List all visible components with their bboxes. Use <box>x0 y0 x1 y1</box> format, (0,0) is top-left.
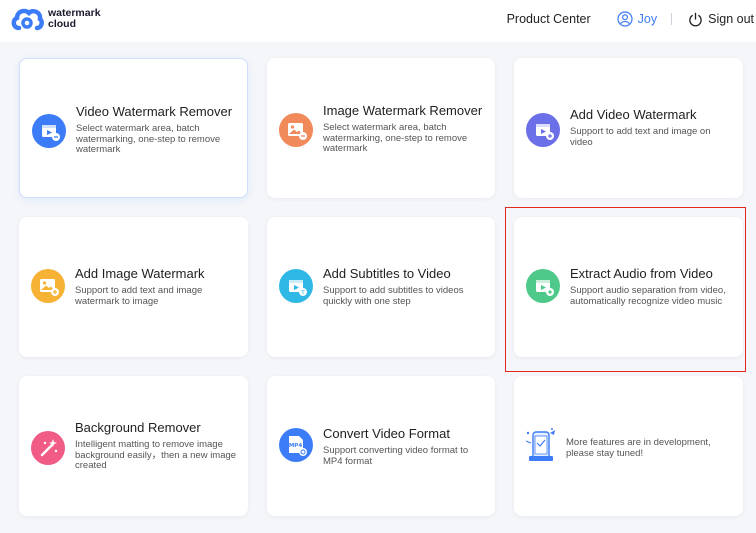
video-icon <box>526 113 560 147</box>
phone-illustration-icon <box>522 423 560 465</box>
video-icon <box>526 269 560 303</box>
card-title: Convert Video Format <box>323 426 450 441</box>
user-menu[interactable]: Joy <box>617 11 657 27</box>
development-notice: More features are in development, please… <box>566 437 711 459</box>
card-convert-video-format[interactable]: MP4 Convert Video Format Support convert… <box>267 376 495 516</box>
card-extract-audio-from-video[interactable]: Extract Audio from Video Support audio s… <box>514 217 743 357</box>
card-description: Support to add text and image on video <box>570 126 711 148</box>
card-title: Add Image Watermark <box>75 266 205 281</box>
sign-out-label: Sign out <box>708 12 754 26</box>
user-name: Joy <box>637 12 658 26</box>
image-icon <box>279 113 313 147</box>
card-add-subtitles-to-video[interactable]: T Add Subtitles to Video Support to add … <box>267 217 495 357</box>
card-description: Select watermark area, batch watermarkin… <box>76 123 221 155</box>
card-video-watermark-remover[interactable]: Video Watermark Remover Select watermark… <box>19 58 248 198</box>
magic-wand-icon <box>31 431 65 465</box>
card-title: Add Video Watermark <box>570 107 697 122</box>
card-description: Select watermark area, batch watermarkin… <box>323 122 468 154</box>
sign-out-button[interactable]: Sign out <box>688 12 754 27</box>
product-center-link[interactable]: Product Center <box>507 12 591 26</box>
card-title: Video Watermark Remover <box>76 104 233 119</box>
card-image-watermark-remover[interactable]: Image Watermark Remover Select watermark… <box>267 58 495 198</box>
card-description: Support audio separation from video, aut… <box>570 285 726 307</box>
card-add-image-watermark[interactable]: Add Image Watermark Support to add text … <box>19 217 248 357</box>
card-description: Support to add text and image watermark … <box>75 285 203 307</box>
svg-text:T: T <box>300 289 305 296</box>
video-icon: T <box>279 269 313 303</box>
card-background-remover[interactable]: Background Remover Intelligent matting t… <box>19 376 248 516</box>
card-description: Support to add subtitles to videos quick… <box>323 285 464 307</box>
card-title: Background Remover <box>75 420 201 435</box>
card-title: Extract Audio from Video <box>570 266 713 281</box>
mp4-badge: MP4 <box>289 443 303 449</box>
video-icon <box>32 114 66 148</box>
card-description: Intelligent matting to remove image back… <box>75 439 237 471</box>
image-icon <box>31 269 65 303</box>
logo[interactable]: watermark cloud <box>10 6 101 32</box>
mp4-file-icon: MP4 <box>279 428 313 462</box>
card-title: Add Subtitles to Video <box>323 266 451 281</box>
cloud-logo-icon <box>11 8 44 31</box>
nav-divider <box>671 13 673 25</box>
card-description: Support converting video format to MP4 f… <box>323 445 469 467</box>
user-icon <box>617 11 633 27</box>
card-add-video-watermark[interactable]: Add Video Watermark Support to add text … <box>514 58 743 198</box>
power-icon <box>689 12 702 26</box>
card-title: Image Watermark Remover <box>323 103 483 118</box>
top-nav: Product Center Joy Sign out <box>507 0 756 38</box>
top-header: watermark cloud Product Center Joy Sign … <box>0 0 756 42</box>
logo-line2: cloud <box>48 18 76 30</box>
